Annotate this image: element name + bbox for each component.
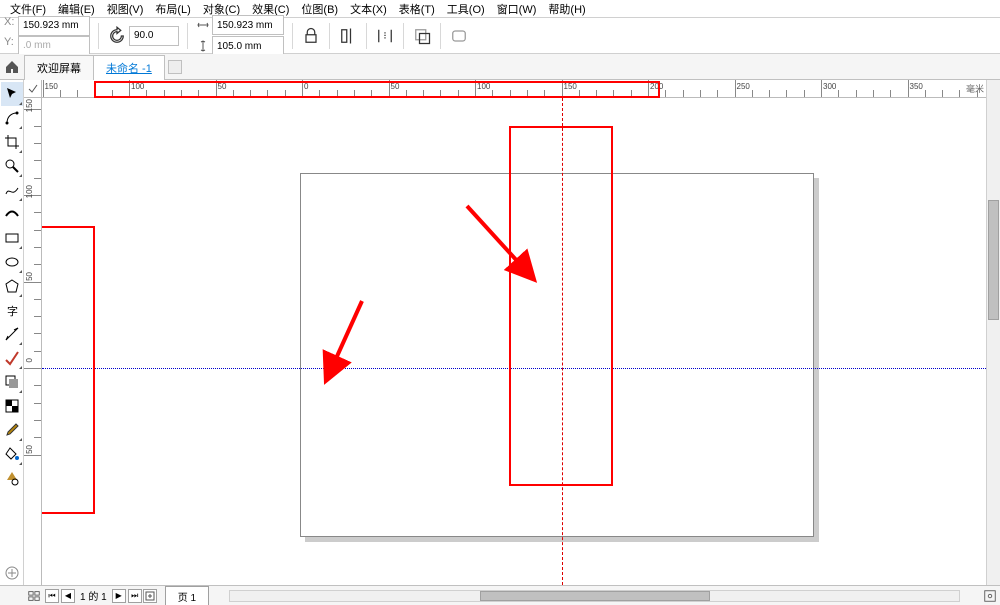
drop-shadow-tool[interactable] bbox=[1, 370, 23, 394]
position-readout: X: Y: bbox=[4, 16, 90, 56]
quick-customize-icon[interactable] bbox=[1, 561, 23, 585]
pick-tool[interactable] bbox=[1, 82, 23, 106]
menu-bitmap[interactable]: 位图(B) bbox=[295, 1, 344, 17]
polygon-tool[interactable] bbox=[1, 274, 23, 298]
canvas[interactable] bbox=[42, 98, 986, 585]
copy-props-icon[interactable] bbox=[449, 26, 469, 46]
main-area: 字 50050100150 毫米 15010050050100150200250… bbox=[0, 80, 1000, 585]
page-counter: 1 的 1 bbox=[80, 588, 107, 603]
separator bbox=[403, 23, 404, 49]
nav-window-icon[interactable] bbox=[980, 586, 1000, 605]
rotation-controls bbox=[107, 26, 179, 46]
smart-fill-tool[interactable] bbox=[1, 466, 23, 490]
ellipse-tool[interactable] bbox=[1, 250, 23, 274]
x-position-input[interactable] bbox=[18, 16, 90, 36]
rectangle-tool[interactable] bbox=[1, 226, 23, 250]
toolbox: 字 bbox=[0, 80, 24, 585]
y-label: Y: bbox=[4, 36, 16, 56]
right-scrollbar-area bbox=[986, 80, 1000, 585]
vertical-scrollbar[interactable] bbox=[987, 80, 1000, 585]
menu-table[interactable]: 表格(T) bbox=[393, 1, 441, 17]
separator bbox=[187, 23, 188, 49]
vertical-guide[interactable] bbox=[562, 98, 563, 585]
rotate-icon bbox=[107, 26, 127, 46]
tab-welcome[interactable]: 欢迎屏幕 bbox=[24, 55, 94, 80]
tab-close-button[interactable] bbox=[168, 60, 182, 74]
menu-help[interactable]: 帮助(H) bbox=[542, 1, 591, 17]
menu-text[interactable]: 文本(X) bbox=[344, 1, 393, 17]
lock-icon[interactable] bbox=[301, 26, 321, 46]
shape-tool[interactable] bbox=[1, 106, 23, 130]
last-page-button[interactable]: ⏭ bbox=[128, 589, 142, 603]
page-sorter-icon[interactable] bbox=[24, 586, 44, 605]
separator bbox=[98, 23, 99, 49]
y-position-input[interactable] bbox=[18, 36, 90, 56]
separator bbox=[440, 23, 441, 49]
width-icon bbox=[196, 19, 210, 31]
crop-tool[interactable] bbox=[1, 130, 23, 154]
prev-page-button[interactable]: ◀ bbox=[61, 589, 75, 603]
dimension-tool[interactable] bbox=[1, 322, 23, 346]
height-icon bbox=[196, 40, 210, 52]
separator bbox=[366, 23, 367, 49]
separator bbox=[329, 23, 330, 49]
x-label: X: bbox=[4, 16, 16, 36]
connector-tool[interactable] bbox=[1, 346, 23, 370]
horizontal-ruler[interactable]: 毫米 15010050050100150200250300350400 bbox=[42, 80, 986, 98]
document-tabs: 欢迎屏幕 未命名 -1 bbox=[0, 54, 1000, 80]
artistic-media-tool[interactable] bbox=[1, 202, 23, 226]
duplicate-icon[interactable] bbox=[412, 26, 432, 46]
tab-untitled[interactable]: 未命名 -1 bbox=[93, 55, 165, 80]
menu-edit[interactable]: 编辑(E) bbox=[52, 1, 101, 17]
menu-bar: 文件(F) 编辑(E) 视图(V) 布局(L) 对象(C) 效果(C) 位图(B… bbox=[0, 0, 1000, 18]
menu-layout[interactable]: 布局(L) bbox=[149, 1, 196, 17]
page-tab-1[interactable]: 页 1 bbox=[165, 586, 209, 605]
ruler-unit-label: 毫米 bbox=[966, 82, 984, 95]
menu-file[interactable]: 文件(F) bbox=[4, 1, 52, 17]
next-page-button[interactable]: ▶ bbox=[112, 589, 126, 603]
text-tool[interactable]: 字 bbox=[1, 298, 23, 322]
scroll-thumb[interactable] bbox=[988, 200, 999, 320]
hscroll-thumb[interactable] bbox=[480, 591, 710, 601]
transparency-tool[interactable] bbox=[1, 394, 23, 418]
svg-text:字: 字 bbox=[7, 304, 18, 318]
annotation-box-toolbox bbox=[42, 226, 95, 514]
menu-view[interactable]: 视图(V) bbox=[101, 1, 150, 17]
add-page-button[interactable] bbox=[143, 589, 157, 603]
horizontal-guide[interactable] bbox=[42, 368, 986, 369]
workspace: 50050100150 毫米 1501005005010015020025030… bbox=[24, 80, 1000, 585]
menu-window[interactable]: 窗口(W) bbox=[491, 1, 543, 17]
canvas-wrap: 毫米 15010050050100150200250300350400 bbox=[42, 80, 986, 585]
menu-tools[interactable]: 工具(O) bbox=[441, 1, 491, 17]
horizontal-scrollbar[interactable] bbox=[229, 590, 960, 602]
ruler-corner[interactable] bbox=[24, 80, 42, 98]
property-bar: X: Y: bbox=[0, 18, 1000, 54]
align-icon[interactable] bbox=[338, 26, 358, 46]
eyedropper-tool[interactable] bbox=[1, 418, 23, 442]
status-bar: ⏮ ◀ 1 的 1 ▶ ⏭ 页 1 bbox=[0, 585, 1000, 605]
first-page-button[interactable]: ⏮ bbox=[45, 589, 59, 603]
fill-tool[interactable] bbox=[1, 442, 23, 466]
separator bbox=[292, 23, 293, 49]
rotation-input[interactable] bbox=[129, 26, 179, 46]
distribute-icon[interactable] bbox=[375, 26, 395, 46]
home-icon[interactable] bbox=[4, 59, 20, 75]
height-input[interactable] bbox=[212, 36, 284, 56]
zoom-tool[interactable] bbox=[1, 154, 23, 178]
width-input[interactable] bbox=[212, 15, 284, 35]
size-controls bbox=[196, 15, 284, 56]
vertical-ruler[interactable]: 50050100150 bbox=[24, 80, 42, 585]
freehand-tool[interactable] bbox=[1, 178, 23, 202]
drawing-page[interactable] bbox=[300, 173, 814, 537]
